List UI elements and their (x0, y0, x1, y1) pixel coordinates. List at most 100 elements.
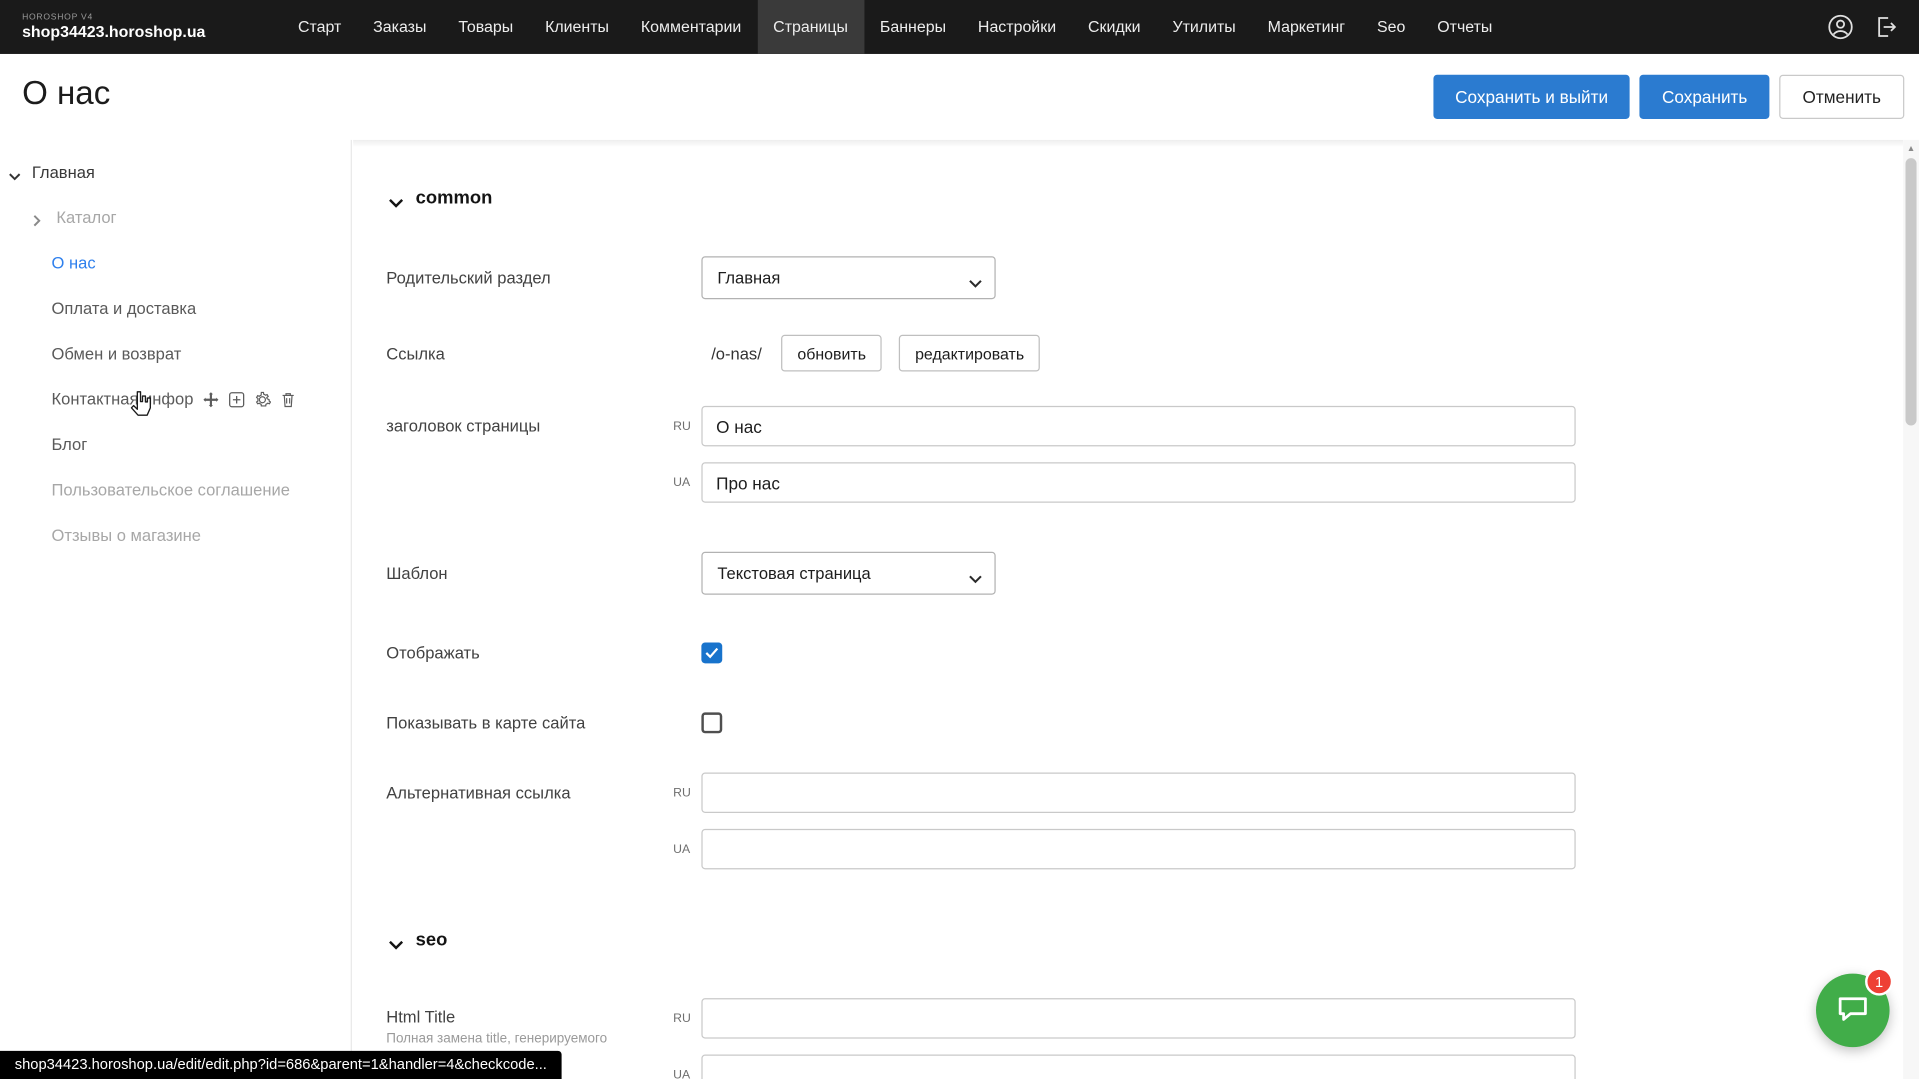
sidebar-item-label: Главная (32, 163, 95, 181)
section-common-header[interactable]: common (353, 181, 1903, 213)
sitemap-row: Показывать в карте сайта (353, 712, 1903, 733)
nav-item-seo[interactable]: Seo (1361, 0, 1421, 54)
topbar-icons (1827, 13, 1899, 40)
page-title-ua-row: UA (353, 462, 1903, 502)
sidebar-item-catalog[interactable]: Каталог (0, 195, 351, 240)
alt-link-ua-row: UA (353, 829, 1903, 869)
sidebar-item-exchange-return[interactable]: Обмен и возврат (0, 331, 351, 376)
sitemap-label: Показывать в карте сайта (386, 714, 701, 732)
move-icon[interactable] (202, 391, 219, 408)
alt-link-label: Альтернативная ссылка (386, 784, 701, 802)
link-label: Ссылка (386, 344, 701, 362)
delete-trash-icon[interactable] (279, 391, 296, 408)
sidebar-item-home[interactable]: Главная (0, 150, 351, 195)
tree-item-tools (202, 391, 296, 408)
main-menu: Старт Заказы Товары Клиенты Комментарии … (282, 0, 1508, 54)
top-navbar: HOROSHOP V4 shop34423.horoshop.ua Старт … (0, 0, 1919, 54)
page-title-ru-input[interactable] (701, 406, 1575, 446)
settings-gear-icon[interactable] (254, 391, 271, 408)
chat-notification-badge: 1 (1865, 967, 1893, 995)
add-page-icon[interactable] (228, 391, 245, 408)
display-label: Отображать (386, 644, 701, 662)
alt-link-ua-input[interactable] (701, 829, 1575, 869)
scrollbar-thumb[interactable] (1906, 158, 1917, 425)
section-seo-header[interactable]: seo (353, 923, 1903, 955)
chevron-down-icon (389, 934, 404, 944)
nav-item-banners[interactable]: Баннеры (864, 0, 962, 54)
save-button[interactable]: Сохранить (1640, 75, 1769, 119)
nav-item-pages[interactable]: Страницы (757, 0, 864, 54)
chat-bubble-icon (1834, 989, 1871, 1032)
nav-item-clients[interactable]: Клиенты (529, 0, 625, 54)
nav-item-utilities[interactable]: Утилиты (1156, 0, 1251, 54)
display-row: Отображать (353, 643, 1903, 664)
link-row: Ссылка /o-nas/ обновить редактировать (353, 335, 1903, 372)
sidebar-item-label: Контактная инфор (52, 390, 194, 408)
lang-ru-badge: RU (673, 419, 691, 432)
sidebar-item-label: Оплата и доставка (52, 299, 197, 317)
html-title-label: Html Title (386, 1008, 701, 1026)
logo-version-label: HOROSHOP V4 (22, 13, 282, 22)
nav-item-orders[interactable]: Заказы (357, 0, 442, 54)
sidebar-item-about[interactable]: О нас (0, 240, 351, 285)
link-path-value: /o-nas/ (711, 344, 762, 362)
page: HOROSHOP V4 shop34423.horoshop.ua Старт … (0, 0, 1919, 1079)
sidebar-item-payment-delivery[interactable]: Оплата и доставка (0, 286, 351, 331)
alt-link-ru-input[interactable] (701, 773, 1575, 813)
sidebar-item-user-agreement[interactable]: Пользовательское соглашение (0, 467, 351, 512)
sidebar-item-label: О нас (52, 254, 96, 272)
sidebar-item-contact-info[interactable]: Контактная инфор (0, 376, 351, 421)
alt-link-ru-row: Альтернативная ссылка RU (353, 773, 1903, 813)
logo[interactable]: HOROSHOP V4 shop34423.horoshop.ua (22, 13, 282, 41)
refresh-link-button[interactable]: обновить (781, 335, 882, 372)
template-label: Шаблон (386, 564, 701, 582)
html-title-ua-input[interactable] (701, 1055, 1575, 1079)
cancel-button[interactable]: Отменить (1779, 75, 1904, 119)
selected-value: Главная (717, 269, 780, 287)
section-title: seo (416, 929, 448, 950)
html-title-label-block: Html Title Полная замена title, генериру… (386, 998, 701, 1046)
chevron-down-icon[interactable] (9, 166, 21, 178)
nav-item-discounts[interactable]: Скидки (1072, 0, 1156, 54)
nav-item-products[interactable]: Товары (442, 0, 529, 54)
header-buttons: Сохранить и выйти Сохранить Отменить (1433, 75, 1904, 119)
chat-launcher-button[interactable]: 1 (1816, 974, 1890, 1048)
nav-item-start[interactable]: Старт (282, 0, 357, 54)
sidebar-tree: Главная Каталог О нас Оплата и доставка … (0, 140, 352, 1079)
sidebar-item-label: Отзывы о магазине (52, 526, 202, 544)
status-url-tooltip: shop34423.horoshop.ua/edit/edit.php?id=6… (0, 1051, 562, 1079)
nav-item-marketing[interactable]: Маркетинг (1252, 0, 1361, 54)
html-title-ua-row: UA (353, 1055, 1903, 1079)
display-checkbox[interactable] (701, 643, 722, 664)
scrollbar-up-arrow[interactable]: ▲ (1903, 140, 1919, 157)
html-title-ru-input[interactable] (701, 998, 1575, 1038)
vertical-scrollbar[interactable]: ▲ (1903, 140, 1919, 1079)
lang-ru-badge: RU (673, 786, 691, 799)
html-title-ru-row: Html Title Полная замена title, генериру… (353, 998, 1903, 1038)
lang-ua-badge: UA (673, 1068, 690, 1079)
logout-icon[interactable] (1872, 13, 1899, 40)
sidebar-item-store-reviews[interactable]: Отзывы о магазине (0, 513, 351, 558)
account-icon[interactable] (1827, 13, 1854, 40)
lang-ua-badge: UA (673, 476, 690, 489)
parent-section-row: Родительский раздел Главная (353, 256, 1903, 299)
lang-ru-badge: RU (673, 1012, 691, 1025)
chevron-down-icon (389, 193, 404, 203)
sidebar-item-label: Каталог (56, 208, 116, 226)
chevron-down-icon (969, 273, 982, 282)
main-form: common Родительский раздел Главная Ссылк… (353, 140, 1903, 1079)
sidebar-item-label: Блог (52, 435, 88, 453)
section-title: common (416, 187, 493, 208)
save-and-exit-button[interactable]: Сохранить и выйти (1433, 75, 1630, 119)
page-title-ua-input[interactable] (701, 462, 1575, 502)
page-title-ru-row: заголовок страницы RU (353, 406, 1903, 446)
nav-item-reports[interactable]: Отчеты (1421, 0, 1508, 54)
template-select[interactable]: Текстовая страница (701, 552, 995, 595)
sidebar-item-blog[interactable]: Блог (0, 422, 351, 467)
nav-item-settings[interactable]: Настройки (962, 0, 1072, 54)
nav-item-comments[interactable]: Комментарии (625, 0, 757, 54)
parent-section-select[interactable]: Главная (701, 256, 995, 299)
chevron-right-icon[interactable] (33, 212, 45, 224)
sitemap-checkbox[interactable] (701, 712, 722, 733)
edit-link-button[interactable]: редактировать (899, 335, 1040, 372)
